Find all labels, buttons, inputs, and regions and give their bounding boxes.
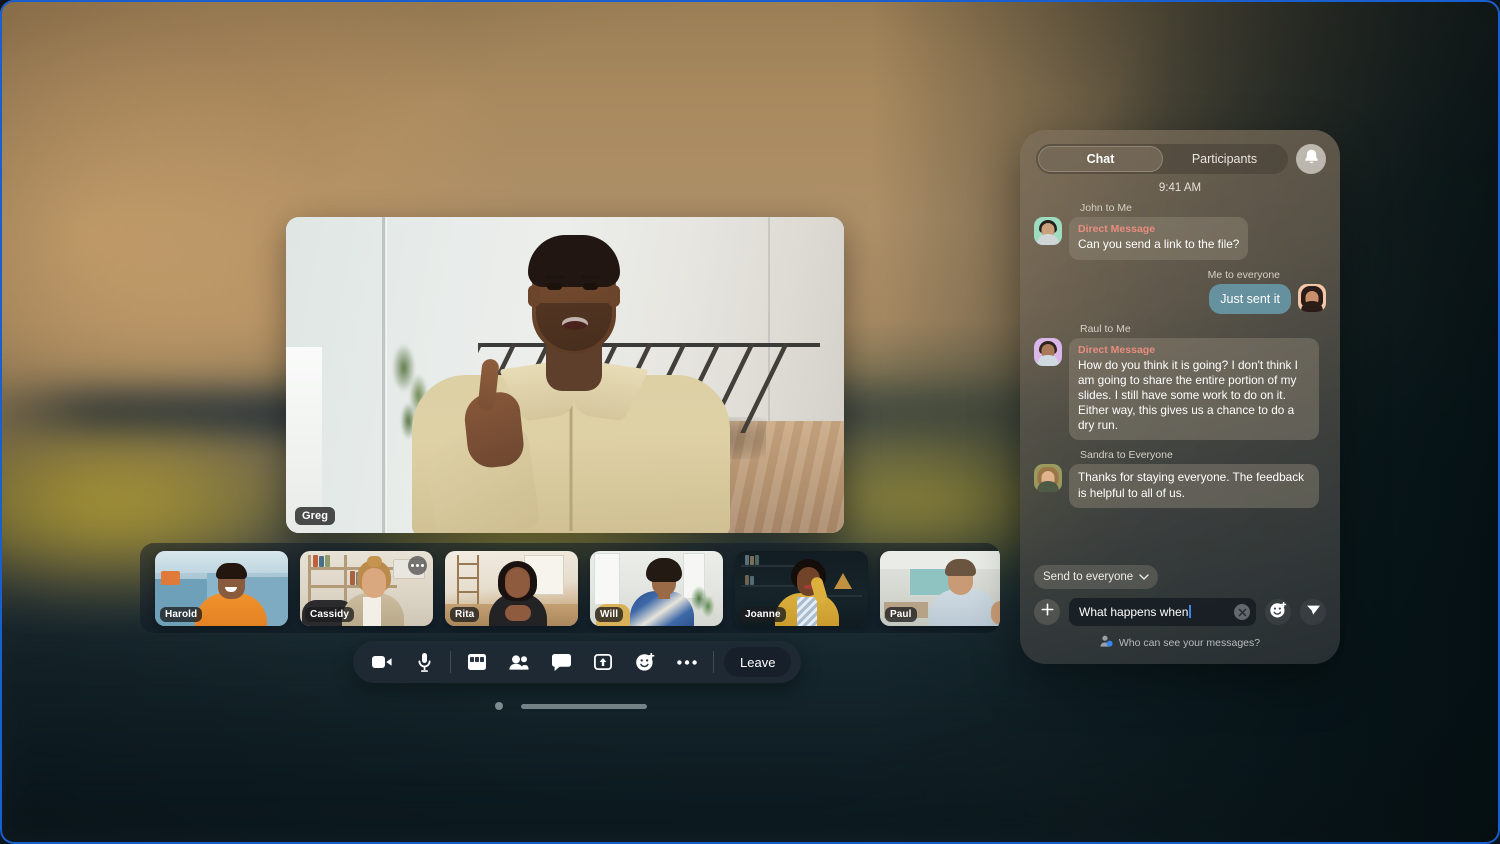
participant-name-chip: Cassidy <box>305 607 354 622</box>
screen-root: Greg Harold <box>0 0 1500 844</box>
reactions-button[interactable] <box>624 643 666 681</box>
message-bubble-mine: Just sent it <box>1209 284 1291 314</box>
chat-message-me: Me to everyone Just sent it <box>1034 269 1326 314</box>
me-avatar[interactable] <box>1298 284 1326 312</box>
participant-tile-cassidy[interactable]: Cassidy <box>300 551 433 626</box>
direct-message-tag: Direct Message <box>1078 344 1310 357</box>
message-text: How do you think it is going? I don't th… <box>1078 358 1310 433</box>
microphone-icon <box>418 653 431 672</box>
meeting-window-handle[interactable] <box>495 702 647 710</box>
message-bubble: Thanks for staying everyone. The feedbac… <box>1069 464 1319 507</box>
chat-button[interactable] <box>540 643 582 681</box>
raul-avatar[interactable] <box>1034 338 1062 366</box>
participants-button[interactable] <box>498 643 540 681</box>
bell-icon <box>1304 149 1319 170</box>
message-bubble: Direct Message Can you send a link to th… <box>1069 217 1248 260</box>
control-divider <box>450 651 451 673</box>
speech-bubble-icon <box>552 654 571 671</box>
layout-button[interactable] <box>456 643 498 681</box>
message-bubble: Direct Message How do you think it is go… <box>1069 338 1319 441</box>
more-button[interactable] <box>666 643 708 681</box>
chat-tab-group: Chat Participants <box>1036 144 1288 174</box>
chat-panel: Chat Participants 9:41 AM John to Me <box>1020 130 1340 664</box>
participant-name-chip: Harold <box>160 607 202 622</box>
john-avatar[interactable] <box>1034 217 1062 245</box>
chat-message-sandra: Sandra to Everyone Thanks for staying ev… <box>1034 449 1326 507</box>
ellipsis-icon <box>677 660 697 665</box>
participant-name-chip: Joanne <box>740 607 786 622</box>
chevron-down-icon <box>1139 571 1149 583</box>
glass-mullion-left <box>382 217 385 533</box>
window-handle-dot[interactable] <box>495 702 503 710</box>
chat-panel-header: Chat Participants <box>1036 144 1326 174</box>
grid-layout-icon <box>468 654 486 670</box>
message-sender-label: John to Me <box>1080 202 1326 214</box>
tab-chat[interactable]: Chat <box>1038 146 1163 172</box>
clear-input-button[interactable] <box>1234 604 1250 620</box>
chat-composer: What happens when <box>1034 598 1326 626</box>
participant-tile-rita[interactable]: Rita <box>445 551 578 626</box>
chat-timestamp: 9:41 AM <box>1020 182 1340 194</box>
tile-more-options-button[interactable] <box>408 556 427 575</box>
send-to-label: Send to everyone <box>1043 571 1133 583</box>
message-input[interactable]: What happens when <box>1069 598 1256 626</box>
message-sender-label: Me to everyone <box>1034 269 1280 281</box>
office-white-panel <box>286 347 322 533</box>
send-to-selector[interactable]: Send to everyone <box>1034 565 1158 589</box>
send-paperplane-icon <box>1306 603 1321 622</box>
main-speaker-scene <box>286 217 844 533</box>
microphone-button[interactable] <box>403 643 445 681</box>
share-button[interactable] <box>582 643 624 681</box>
text-caret <box>1189 605 1191 618</box>
emoji-plus-icon <box>1270 602 1287 623</box>
participant-tile-will[interactable]: Will <box>590 551 723 626</box>
participant-thumbnail-strip[interactable]: Harold Cassidy <box>140 543 1000 633</box>
chat-message-raul: Raul to Me Direct Message How do you thi… <box>1034 323 1326 441</box>
participant-tile-paul[interactable]: Paul <box>880 551 1000 626</box>
sandra-avatar[interactable] <box>1034 464 1062 492</box>
message-row: Thanks for staying everyone. The feedbac… <box>1034 464 1326 507</box>
meeting-control-bar: Leave <box>353 641 801 683</box>
message-row: Direct Message Can you send a link to th… <box>1034 217 1326 260</box>
window-resize-bar[interactable] <box>521 704 647 709</box>
message-row: Just sent it <box>1034 284 1326 314</box>
person-privacy-icon <box>1100 635 1113 650</box>
main-speaker-name-chip: Greg <box>295 507 335 525</box>
add-attachment-button[interactable] <box>1034 599 1060 625</box>
emoji-plus-icon <box>636 653 655 671</box>
camera-button[interactable] <box>361 643 403 681</box>
main-speaker-video[interactable]: Greg <box>286 217 844 533</box>
message-sender-label: Sandra to Everyone <box>1080 449 1326 461</box>
chat-message-john: John to Me Direct Message Can you send a… <box>1034 202 1326 260</box>
chat-message-list[interactable]: John to Me Direct Message Can you send a… <box>1020 202 1340 548</box>
meeting-window: Greg Harold <box>140 206 1000 706</box>
message-input-value: What happens when <box>1079 605 1234 619</box>
participant-tile-harold[interactable]: Harold <box>155 551 288 626</box>
message-text: Can you send a link to the file? <box>1078 237 1239 252</box>
privacy-label: Who can see your messages? <box>1119 637 1260 649</box>
leave-button[interactable]: Leave <box>724 647 791 677</box>
privacy-info-link[interactable]: Who can see your messages? <box>1020 635 1340 650</box>
emoji-button[interactable] <box>1265 599 1291 625</box>
participant-name-chip: Paul <box>885 607 917 622</box>
send-button[interactable] <box>1300 599 1326 625</box>
tab-participants[interactable]: Participants <box>1163 146 1286 172</box>
participant-name-chip: Rita <box>450 607 479 622</box>
main-speaker-person <box>404 223 734 533</box>
people-icon <box>509 655 529 670</box>
notifications-button[interactable] <box>1296 144 1326 174</box>
glass-highlight <box>386 217 387 533</box>
direct-message-tag: Direct Message <box>1078 223 1239 236</box>
video-camera-icon <box>372 655 392 669</box>
plus-icon <box>1041 603 1054 621</box>
participant-tile-joanne[interactable]: Joanne <box>735 551 868 626</box>
share-up-arrow-icon <box>594 654 612 670</box>
control-divider <box>713 651 714 673</box>
participant-name-chip: Will <box>595 607 623 622</box>
message-row: Direct Message How do you think it is go… <box>1034 338 1326 441</box>
message-sender-label: Raul to Me <box>1080 323 1326 335</box>
